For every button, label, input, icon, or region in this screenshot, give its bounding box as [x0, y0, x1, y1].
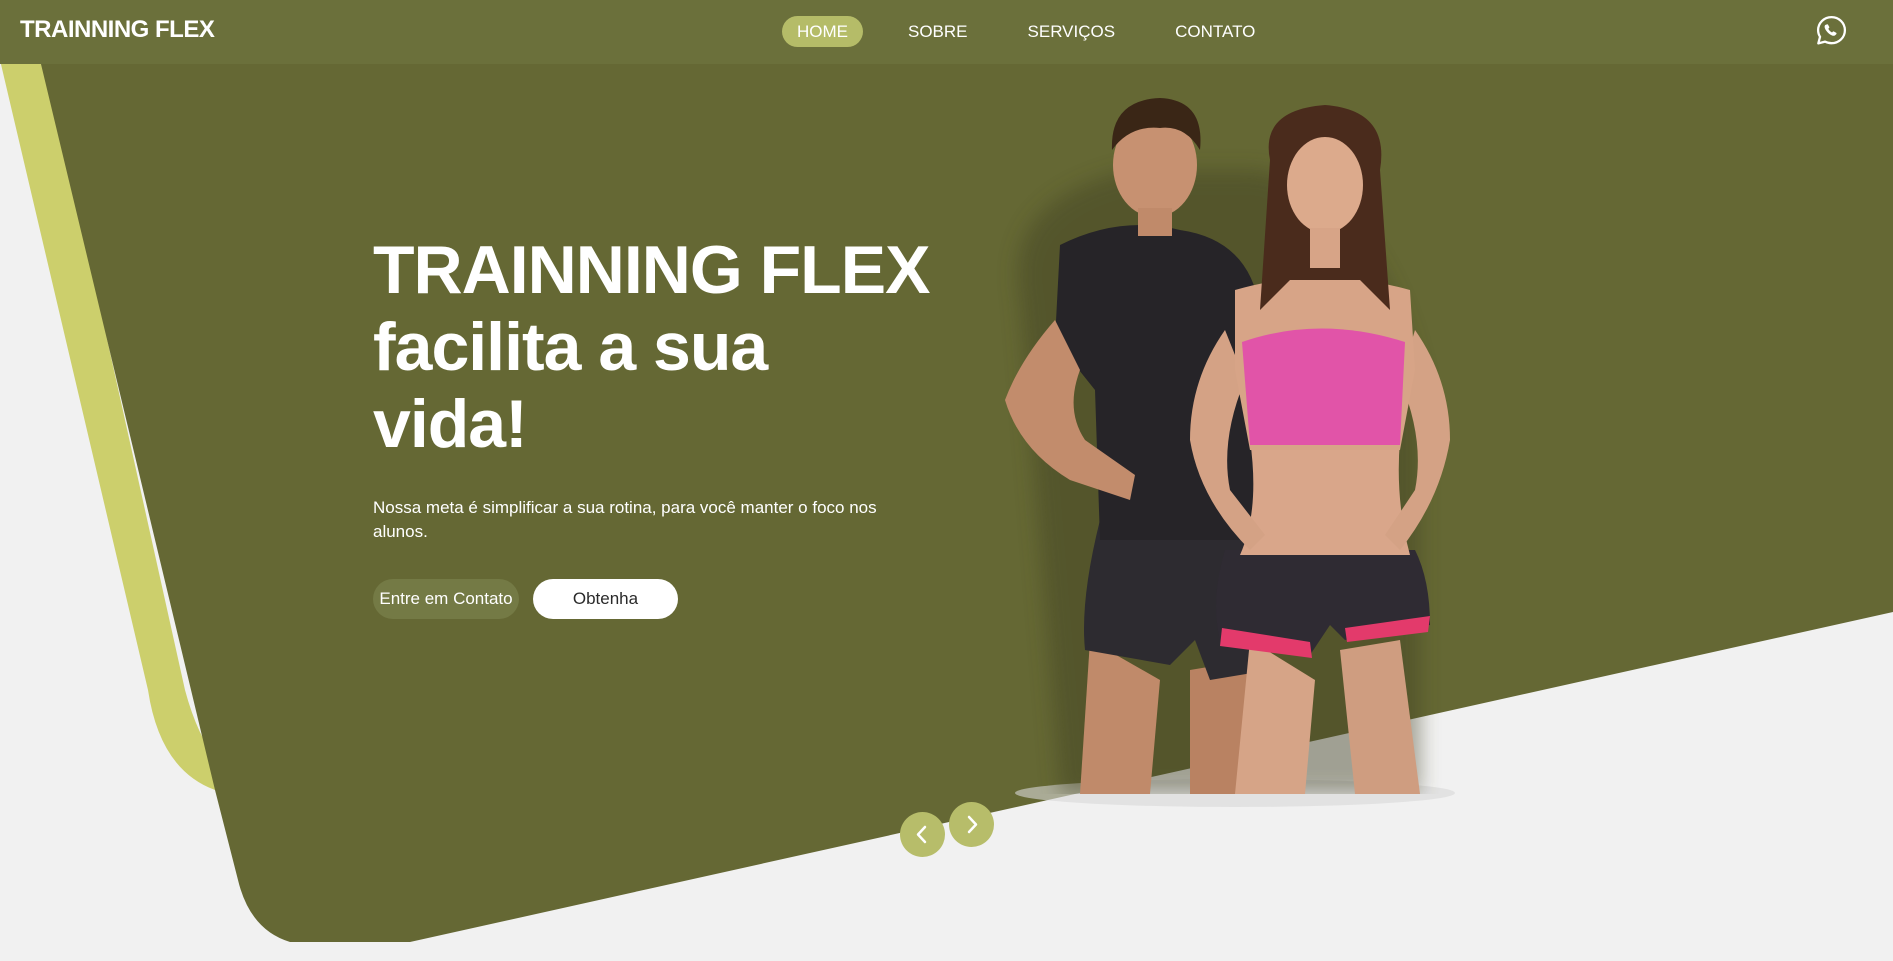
chevron-right-icon [967, 815, 978, 834]
contact-button[interactable]: Entre em Contato [373, 579, 519, 619]
fitness-models-photo [1005, 98, 1450, 794]
hero-title-line-1: TRAINNING FLEX [373, 232, 930, 308]
nav-item-servicos[interactable]: SERVIÇOS [1013, 16, 1131, 47]
hero-title: TRAINNING FLEX facilita a sua vida! [373, 232, 973, 463]
hero-subtitle: Nossa meta é simplificar a sua rotina, p… [373, 498, 877, 541]
hero-title-line-3: vida! [373, 386, 528, 462]
carousel-prev-button[interactable] [900, 812, 945, 857]
nav-item-contato[interactable]: CONTATO [1160, 16, 1270, 47]
obtain-button[interactable]: Obtenha [533, 579, 678, 619]
chevron-left-icon [916, 825, 927, 844]
landing-page: TRAINNING FLEX HOME SOBRE SERVIÇOS CONTA… [0, 0, 1893, 961]
main-nav: HOME SOBRE SERVIÇOS CONTATO [782, 16, 1300, 47]
whatsapp-icon[interactable] [1815, 14, 1848, 47]
top-navbar: TRAINNING FLEX HOME SOBRE SERVIÇOS CONTA… [0, 0, 1893, 64]
carousel-next-button[interactable] [949, 802, 994, 847]
brand-logo[interactable]: TRAINNING FLEX [20, 16, 215, 44]
hero-title-line-2: facilita a sua [373, 309, 768, 385]
hero-background [0, 60, 1893, 942]
nav-item-home[interactable]: HOME [782, 16, 863, 47]
nav-item-sobre[interactable]: SOBRE [893, 16, 983, 47]
